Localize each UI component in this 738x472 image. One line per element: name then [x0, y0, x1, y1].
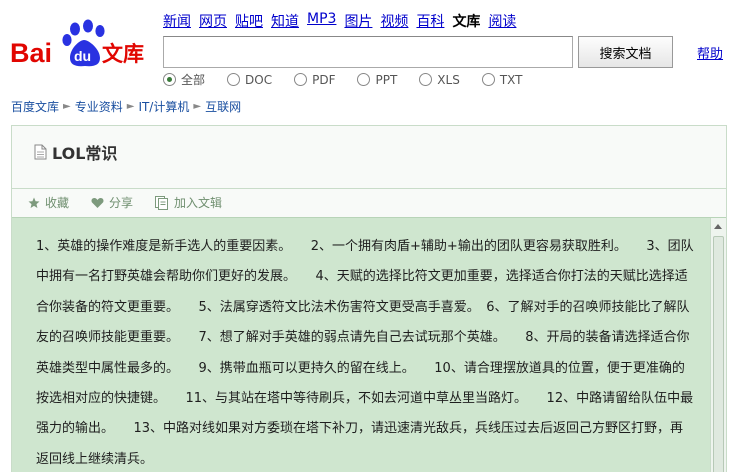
logo-bai: Bai — [10, 38, 52, 68]
nav-read[interactable]: 阅读 — [488, 11, 516, 31]
breadcrumb-internet[interactable]: 互联网 — [205, 98, 241, 115]
doc-title: LOL常识 — [34, 140, 117, 164]
baidu-wenku-logo[interactable]: Bai du 文库 — [10, 18, 152, 70]
radio-icon — [419, 73, 433, 86]
radio-icon — [227, 73, 241, 86]
logo-wenku: 文库 — [102, 42, 144, 66]
nav-video[interactable]: 视频 — [380, 11, 408, 31]
nav-mp3[interactable]: MP3 — [307, 11, 336, 31]
nav-zhidao[interactable]: 知道 — [271, 11, 299, 31]
filter-pdf[interactable]: PDF — [294, 71, 335, 88]
doc-toolbar: 收藏 分享 加入文辑 — [12, 188, 726, 216]
radio-icon — [481, 73, 495, 86]
filter-txt[interactable]: TXT — [481, 71, 523, 88]
nav-baike[interactable]: 百科 — [416, 11, 444, 31]
filter-doc[interactable]: DOC — [227, 71, 272, 88]
chevron-right-icon: ► — [63, 101, 71, 112]
heart-icon — [91, 197, 104, 208]
nav-tieba[interactable]: 贴吧 — [235, 11, 263, 31]
radio-icon — [294, 73, 308, 86]
share-button[interactable]: 分享 — [91, 194, 133, 211]
radio-icon — [357, 73, 371, 86]
filter-xls[interactable]: XLS — [419, 71, 460, 88]
filter-ppt[interactable]: PPT — [357, 71, 397, 88]
chevron-right-icon: ► — [193, 101, 202, 112]
breadcrumb-it[interactable]: IT/计算机 — [138, 98, 189, 115]
chevron-right-icon: ► — [126, 101, 135, 112]
nav-news[interactable]: 新闻 — [163, 11, 191, 31]
radio-checked-icon — [163, 73, 176, 86]
logo-du: du — [74, 48, 91, 64]
nav-web[interactable]: 网页 — [199, 11, 227, 31]
scrollbar-thumb[interactable] — [713, 236, 724, 472]
top-nav: 新闻 网页 贴吧 知道 MP3 图片 视频 百科 文库 阅读 — [163, 11, 516, 31]
copy-document-icon — [155, 195, 169, 210]
breadcrumb-wenku[interactable]: 百度文库 — [11, 98, 59, 115]
document-icon — [34, 144, 47, 160]
breadcrumb: 百度文库 ► 专业资料 ► IT/计算机 ► 互联网 — [11, 98, 241, 115]
breadcrumb-professional[interactable]: 专业资料 — [75, 98, 123, 115]
search-docs-button[interactable]: 搜索文档 — [578, 36, 673, 68]
search-input[interactable] — [163, 36, 573, 68]
vertical-scrollbar[interactable] — [710, 218, 726, 472]
star-icon — [28, 197, 40, 208]
filter-all[interactable]: 全部 — [163, 71, 205, 88]
document-content: 1、英雄的操作难度是新手选人的重要因素。 2、一个拥有肉盾+辅助+输出的团队更容… — [12, 217, 726, 472]
collect-button[interactable]: 收藏 — [28, 194, 69, 211]
doc-title-text: LOL常识 — [52, 144, 118, 163]
document-body-text: 1、英雄的操作难度是新手选人的重要因素。 2、一个拥有肉盾+辅助+输出的团队更容… — [36, 239, 694, 467]
document-panel: LOL常识 收藏 分享 加入文辑 1、英雄的操作难度是新手选人的重要因素。 2、… — [11, 125, 727, 472]
add-to-collection-button[interactable]: 加入文辑 — [155, 194, 222, 211]
file-type-filters: 全部 DOC PDF PPT XLS TXT — [163, 71, 545, 88]
scroll-up-arrow-icon[interactable] — [714, 224, 722, 229]
help-link[interactable]: 帮助 — [697, 43, 723, 62]
nav-images[interactable]: 图片 — [344, 11, 372, 31]
nav-wenku-current: 文库 — [452, 14, 481, 30]
